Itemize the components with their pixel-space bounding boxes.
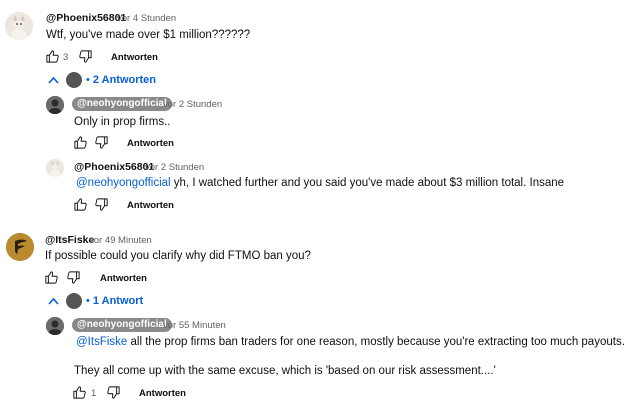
comment-text: Wtf, you've made over $1 million?????? xyxy=(46,29,251,41)
comment-timestamp[interactable]: vor 2 Stunden xyxy=(163,99,222,110)
avatar xyxy=(66,72,82,88)
avatar[interactable] xyxy=(5,12,33,40)
thumb-up-icon[interactable] xyxy=(73,197,88,212)
thumb-down-icon[interactable] xyxy=(106,385,121,400)
comment-text: @ItsFiske all the prop firms ban traders… xyxy=(76,336,625,348)
like-count: 1 xyxy=(91,388,97,399)
reply-button[interactable]: Antworten xyxy=(127,200,174,211)
thumb-down-icon[interactable] xyxy=(94,135,109,150)
comment-author[interactable]: @neohyongofficial xyxy=(72,97,172,111)
bullet: • xyxy=(86,295,90,307)
avatar[interactable] xyxy=(46,159,64,177)
comment-text: @neohyongofficial yh, I watched further … xyxy=(76,177,564,189)
cat-avatar-icon xyxy=(5,12,33,40)
reply-button[interactable]: Antworten xyxy=(100,273,147,284)
thumb-down-icon[interactable] xyxy=(78,49,93,64)
comment-text: Only in prop firms.. xyxy=(74,116,171,128)
like-count: 3 xyxy=(63,52,69,63)
chevron-up-icon xyxy=(48,76,59,84)
reply-button[interactable]: Antworten xyxy=(127,138,174,149)
comment-author[interactable]: @Phoenix56801 xyxy=(46,12,126,24)
avatar xyxy=(66,293,82,309)
comment-body: all the prop firms ban traders for one r… xyxy=(127,336,625,348)
comment-timestamp[interactable]: vor 4 Stunden xyxy=(117,13,176,24)
thumb-up-icon[interactable] xyxy=(45,49,60,64)
chevron-up-icon xyxy=(48,297,59,305)
reply-button[interactable]: Antworten xyxy=(139,388,186,399)
thumb-down-icon[interactable] xyxy=(94,197,109,212)
bullet: • xyxy=(86,74,90,86)
replies-toggle-label[interactable]: 1 Antwort xyxy=(93,295,143,307)
logo-avatar-icon xyxy=(6,233,34,261)
replies-toggle[interactable]: • 1 Antwort xyxy=(48,292,143,310)
mention-link[interactable]: @ItsFiske xyxy=(76,336,127,348)
person-avatar-icon xyxy=(46,317,64,335)
thumb-up-icon[interactable] xyxy=(73,135,88,150)
comment-timestamp[interactable]: vor 55 Minuten xyxy=(163,320,226,331)
thumb-up-icon[interactable] xyxy=(44,270,59,285)
comment-timestamp[interactable]: vor 2 Stunden xyxy=(145,162,204,173)
comment-body: yh, I watched further and you said you'v… xyxy=(170,177,565,189)
thumb-down-icon[interactable] xyxy=(66,270,81,285)
mention-link[interactable]: @neohyongofficial xyxy=(76,177,171,189)
avatar[interactable] xyxy=(46,317,64,335)
comment-text: If possible could you clarify why did FT… xyxy=(45,250,311,262)
replies-toggle[interactable]: • 2 Antworten xyxy=(48,71,156,89)
comment-author[interactable]: @Phoenix56801 xyxy=(74,161,154,173)
reply-button[interactable]: Antworten xyxy=(111,52,158,63)
comment-author[interactable]: @ItsFiske xyxy=(45,234,94,246)
avatar[interactable] xyxy=(6,233,34,261)
comment-text-line: They all come up with the same excuse, w… xyxy=(74,365,496,377)
cat-avatar-icon xyxy=(46,159,64,177)
avatar[interactable] xyxy=(46,96,64,114)
comment-timestamp[interactable]: vor 49 Minuten xyxy=(89,235,152,246)
thumb-up-icon[interactable] xyxy=(72,385,87,400)
person-avatar-icon xyxy=(46,96,64,114)
comment-author[interactable]: @neohyongofficial xyxy=(72,318,172,332)
replies-toggle-label[interactable]: 2 Antworten xyxy=(93,74,156,86)
